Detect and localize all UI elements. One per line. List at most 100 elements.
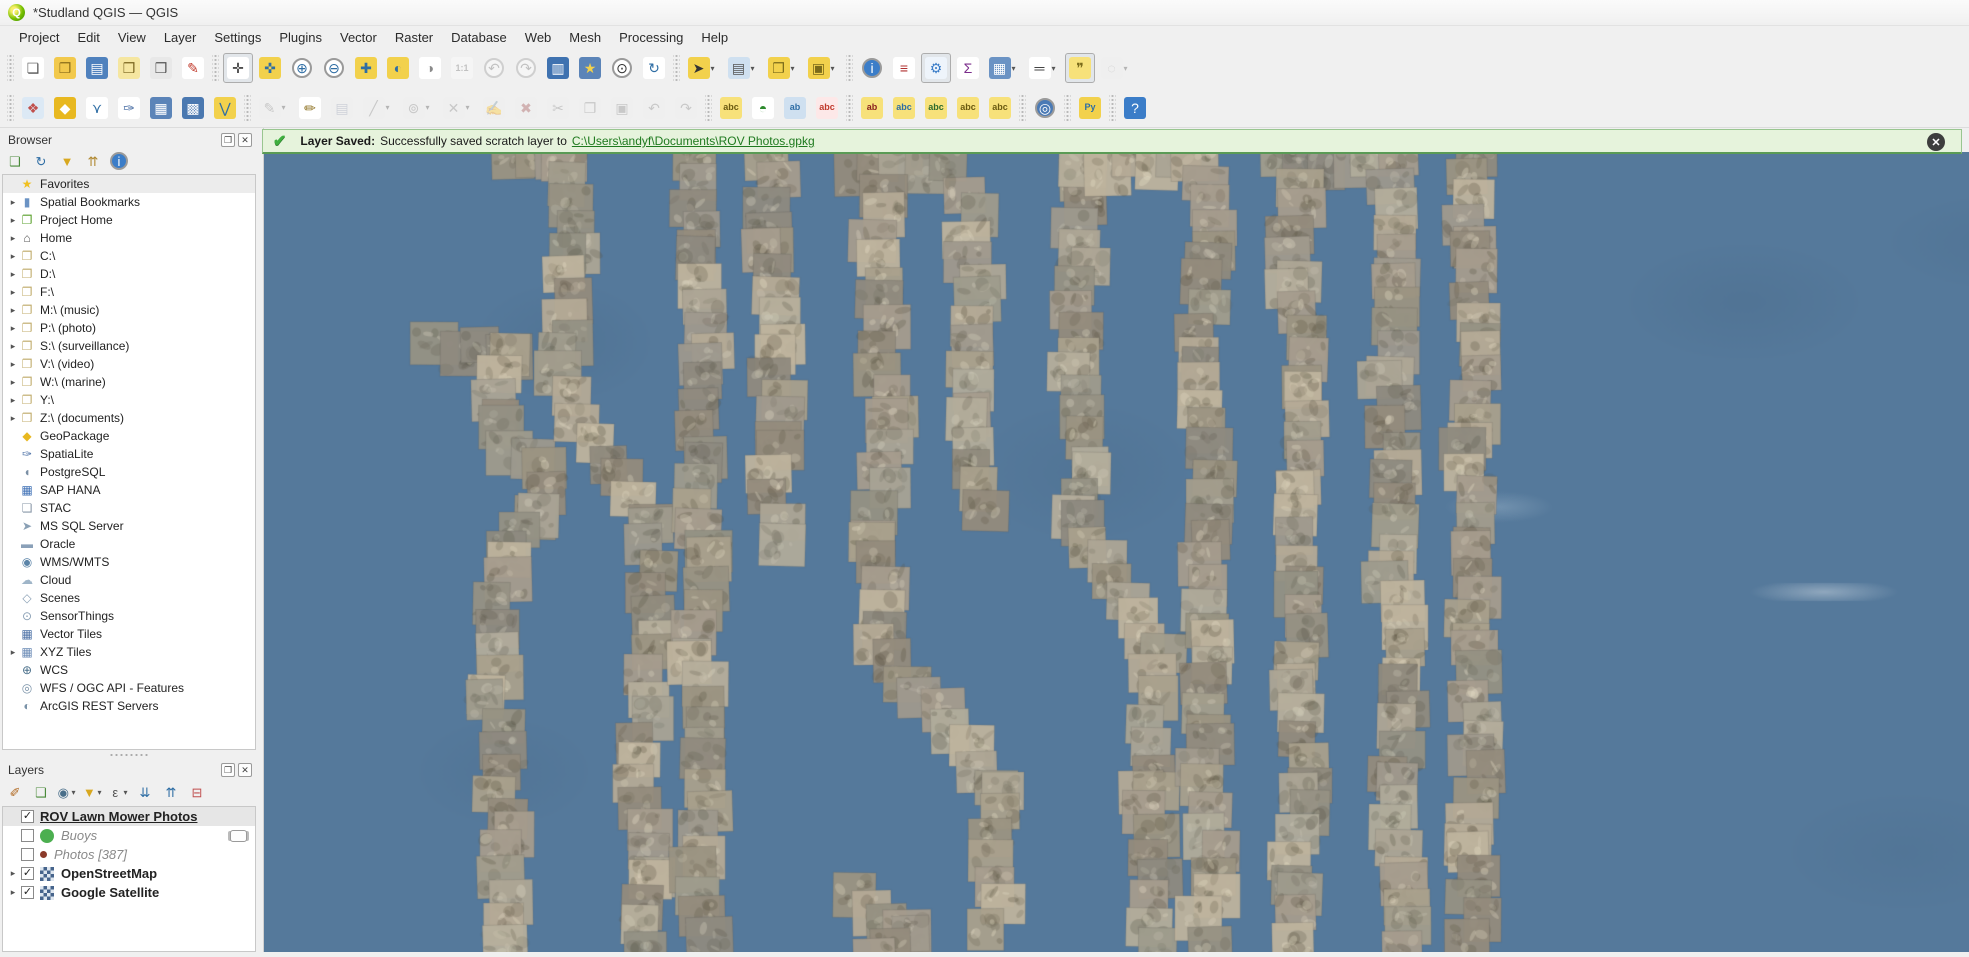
browser-item-c[interactable]: ▸ ❐ C:\: [3, 247, 255, 265]
new-geopackage-layer-button[interactable]: ◆: [50, 93, 80, 123]
browser-item-favorites[interactable]: ★ Favorites: [3, 175, 255, 193]
browser-item-vector-tiles[interactable]: ▦ Vector Tiles: [3, 625, 255, 643]
style-manager-button[interactable]: ✎: [178, 53, 208, 83]
browser-item-v-video[interactable]: ▸ ❐ V:\ (video): [3, 355, 255, 373]
menu-project[interactable]: Project: [10, 28, 68, 47]
menu-settings[interactable]: Settings: [205, 28, 270, 47]
pan-map-button[interactable]: ✛: [223, 53, 253, 83]
expand-arrow-icon[interactable]: ▸: [7, 887, 19, 898]
manage-map-themes-button[interactable]: ◉ ▾: [56, 781, 78, 803]
new-spatialite-layer-button[interactable]: ✑: [114, 93, 144, 123]
layer-checkbox[interactable]: ✓: [21, 886, 34, 899]
change-label-button[interactable]: abc: [985, 93, 1015, 123]
select-features-dropdown-icon[interactable]: ▾: [711, 64, 719, 73]
collapse-all-button[interactable]: ⇈: [82, 150, 104, 172]
add-selected-layers-button[interactable]: ❑: [4, 150, 26, 172]
expand-arrow-icon[interactable]: ▸: [7, 305, 19, 316]
browser-item-xyz-tiles[interactable]: ▸ ▦ XYZ Tiles: [3, 643, 255, 661]
browser-item-f[interactable]: ▸ ❐ F:\: [3, 283, 255, 301]
zoom-in-button[interactable]: ⊕: [287, 53, 317, 83]
new-temporary-scratch-layer-button[interactable]: ⋁: [210, 93, 240, 123]
browser-item-sensorthings[interactable]: ⊙ SensorThings: [3, 607, 255, 625]
browser-item-y[interactable]: ▸ ❐ Y:\: [3, 391, 255, 409]
browser-item-wms-wmts[interactable]: ◉ WMS/WMTS: [3, 553, 255, 571]
measure-line-dropdown-icon[interactable]: ▾: [1052, 64, 1060, 73]
expand-arrow-icon[interactable]: ▸: [7, 323, 19, 334]
filter-by-expression-button[interactable]: ε ▾: [108, 781, 130, 803]
metasearch-button[interactable]: ◎: [1030, 93, 1060, 123]
menu-database[interactable]: Database: [442, 28, 516, 47]
pin-unpin-labels-button[interactable]: ab: [857, 93, 887, 123]
filter-legend-button[interactable]: ▼ ▾: [82, 781, 104, 803]
zoom-full-extent-button[interactable]: ✚: [351, 53, 381, 83]
message-close-button[interactable]: ✕: [1927, 133, 1945, 151]
layer-row-buoys[interactable]: Buoys: [3, 826, 255, 845]
identify-features-button[interactable]: i: [857, 53, 887, 83]
browser-item-spatial-bookmarks[interactable]: ▸ ▮ Spatial Bookmarks: [3, 193, 255, 211]
current-edits-dropdown-icon[interactable]: ▾: [282, 103, 290, 112]
digitize-with-segment-dropdown-icon[interactable]: ▾: [386, 103, 394, 112]
save-project-button[interactable]: ▤: [82, 53, 112, 83]
menu-processing[interactable]: Processing: [610, 28, 692, 47]
select-by-expression-button[interactable]: ▣ ▾: [804, 53, 842, 83]
filter-by-expression-dropdown-icon[interactable]: ▾: [124, 788, 130, 797]
expand-arrow-icon[interactable]: ▸: [7, 868, 19, 879]
expand-arrow-icon[interactable]: ▸: [7, 647, 19, 658]
browser-item-sap-hana[interactable]: ▦ SAP HANA: [3, 481, 255, 499]
browser-item-stac[interactable]: ❏ STAC: [3, 499, 255, 517]
new-map-view-button[interactable]: ▥: [543, 53, 573, 83]
browser-item-wcs[interactable]: ⊕ WCS: [3, 661, 255, 679]
browser-item-home[interactable]: ▸ ⌂ Home: [3, 229, 255, 247]
deselect-features-button[interactable]: ❐ ▾: [764, 53, 802, 83]
select-features-by-value-dropdown-icon[interactable]: ▾: [751, 64, 759, 73]
expand-arrow-icon[interactable]: ▸: [7, 251, 19, 262]
new-mesh-layer-button[interactable]: ▩: [178, 93, 208, 123]
collapse-all-layers-button[interactable]: ⇈: [160, 781, 182, 803]
menu-layer[interactable]: Layer: [155, 28, 206, 47]
layer-checkbox[interactable]: ✓: [21, 810, 34, 823]
browser-item-project-home[interactable]: ▸ ❐ Project Home: [3, 211, 255, 229]
expand-arrow-icon[interactable]: ▸: [7, 341, 19, 352]
layer-labeling-options-button[interactable]: abc: [716, 93, 746, 123]
map-canvas[interactable]: [264, 152, 1969, 952]
vertex-tool-dropdown-icon[interactable]: ▾: [466, 103, 474, 112]
menu-plugins[interactable]: Plugins: [270, 28, 331, 47]
select-features-by-value-button[interactable]: ▤ ▾: [724, 53, 762, 83]
zoom-out-button[interactable]: ⊖: [319, 53, 349, 83]
expand-arrow-icon[interactable]: ▸: [7, 377, 19, 388]
layer-checkbox[interactable]: ✓: [21, 867, 34, 880]
browser-float-button[interactable]: ❐: [221, 133, 235, 147]
rotate-label-button[interactable]: abc: [953, 93, 983, 123]
add-group-button[interactable]: ❑: [30, 781, 52, 803]
expand-arrow-icon[interactable]: ▸: [7, 233, 19, 244]
refresh-map-button[interactable]: ↻: [639, 53, 669, 83]
show-hide-labels-button[interactable]: abc: [889, 93, 919, 123]
layer-row-google-satellite[interactable]: ▸ ✓ Google Satellite: [3, 883, 255, 902]
browser-item-oracle[interactable]: ▬ Oracle: [3, 535, 255, 553]
saved-file-link[interactable]: C:\Users\andyf\Documents\ROV Photos.gpkg: [572, 134, 815, 148]
move-label-button[interactable]: abc: [921, 93, 951, 123]
python-console-button[interactable]: Py: [1075, 93, 1105, 123]
layer-row-rov-lawn-mower-photos[interactable]: ✓ ROV Lawn Mower Photos: [3, 807, 255, 826]
zoom-to-layer-button[interactable]: ◐: [383, 53, 413, 83]
layer-diagram-options-button[interactable]: ◓: [748, 93, 778, 123]
layer-checkbox[interactable]: [21, 829, 34, 842]
add-circular-string-dropdown-icon[interactable]: ▾: [426, 103, 434, 112]
remove-layer-button[interactable]: ⊟: [186, 781, 208, 803]
annotations-dropdown-icon[interactable]: ▾: [1124, 64, 1132, 73]
memory-layer-indicator-icon[interactable]: [230, 829, 247, 842]
browser-item-z-documents[interactable]: ▸ ❐ Z:\ (documents): [3, 409, 255, 427]
spatial-bookmarks-button[interactable]: ★: [575, 53, 605, 83]
refresh-browser-button[interactable]: ↻: [30, 150, 52, 172]
toggle-editing-button[interactable]: ✏: [295, 93, 325, 123]
pan-to-selection-button[interactable]: ✜: [255, 53, 285, 83]
expand-arrow-icon[interactable]: ▸: [7, 395, 19, 406]
browser-item-geopackage[interactable]: ◆ GeoPackage: [3, 427, 255, 445]
menu-raster[interactable]: Raster: [386, 28, 442, 47]
menu-mesh[interactable]: Mesh: [560, 28, 610, 47]
expand-arrow-icon[interactable]: ▸: [7, 359, 19, 370]
map-tips-button[interactable]: ❞: [1065, 53, 1095, 83]
expand-arrow-icon[interactable]: ▸: [7, 413, 19, 424]
select-by-expression-dropdown-icon[interactable]: ▾: [831, 64, 839, 73]
menu-vector[interactable]: Vector: [331, 28, 386, 47]
